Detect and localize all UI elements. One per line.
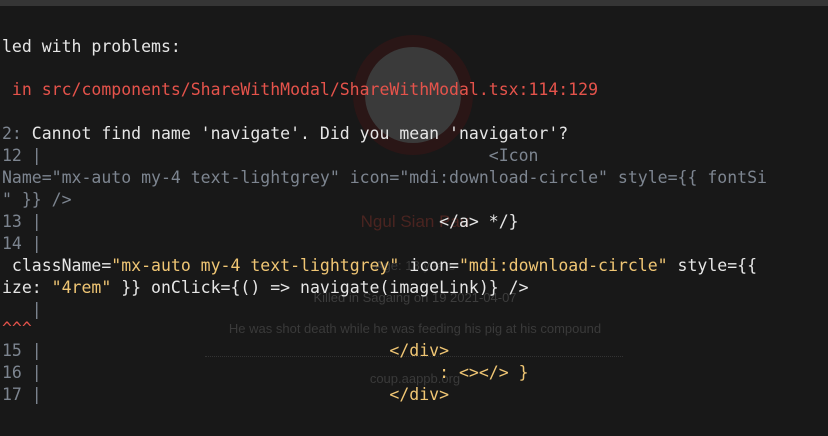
code-string: "mdi:download-circle"	[458, 256, 668, 275]
error-overlay: led with problems: in src/components/Sha…	[0, 0, 828, 436]
code-line-112: 12 | <Icon	[2, 145, 828, 167]
error-heading: led with problems:	[2, 37, 181, 56]
line-number: 13 |	[2, 212, 42, 231]
code-line-114: 14 |	[2, 233, 828, 255]
code-text: </div>	[41, 341, 450, 360]
code-line-114-wrap: className="mx-auto my-4 text-lightgrey" …	[2, 255, 828, 277]
code-line-117: 17 | </div>	[2, 384, 828, 406]
line-number: 14 |	[2, 234, 42, 253]
code-text: : <></> }	[41, 363, 529, 382]
line-number: 17 |	[2, 385, 42, 404]
line-number: 15 |	[2, 341, 42, 360]
line-number: 12 |	[2, 146, 42, 165]
code-string: "mx-auto my-4 text-lightgrey"	[111, 256, 400, 275]
error-code: 2:	[2, 124, 22, 143]
code-string: "mx-auto my-4 text-lightgrey"	[51, 168, 340, 187]
code-line-112-wrap: Name="mx-auto my-4 text-lightgrey" icon=…	[2, 167, 828, 189]
code-line-114-end: ize: "4rem" }} onClick={() => navigate(i…	[2, 277, 828, 299]
code-line-113: 13 | </a> */}	[2, 211, 828, 233]
code-line-112-end: " }} />	[2, 190, 72, 209]
error-location[interactable]: in src/components/ShareWithModal/ShareWi…	[2, 79, 828, 101]
code-attr: ize:	[2, 278, 52, 297]
error-message: Cannot find name 'navigate'. Did you mea…	[21, 124, 569, 143]
error-caret: ^^^	[2, 319, 32, 338]
code-attr: icon=	[339, 168, 400, 187]
code-text: style={{	[667, 256, 758, 275]
code-attr: Name=	[2, 168, 52, 187]
code-attr: className=	[2, 256, 112, 275]
code-line-115: 15 | </div>	[2, 340, 828, 362]
code-text: style={{ fontSi	[608, 168, 767, 187]
code-text: }} onClick={() => navigate(imageLink)} /…	[111, 278, 529, 297]
code-string: "4rem"	[51, 278, 112, 297]
code-line-116: 16 | : <></> }	[2, 362, 828, 384]
code-attr: icon=	[399, 256, 459, 275]
code-text: </a> */}	[41, 212, 519, 231]
line-number: 16 |	[2, 363, 42, 382]
code-text: <Icon	[41, 146, 539, 165]
error-message-line: 2: Cannot find name 'navigate'. Did you …	[2, 123, 828, 145]
code-string: "mdi:download-circle"	[399, 168, 608, 187]
code-text: </div>	[41, 385, 450, 404]
